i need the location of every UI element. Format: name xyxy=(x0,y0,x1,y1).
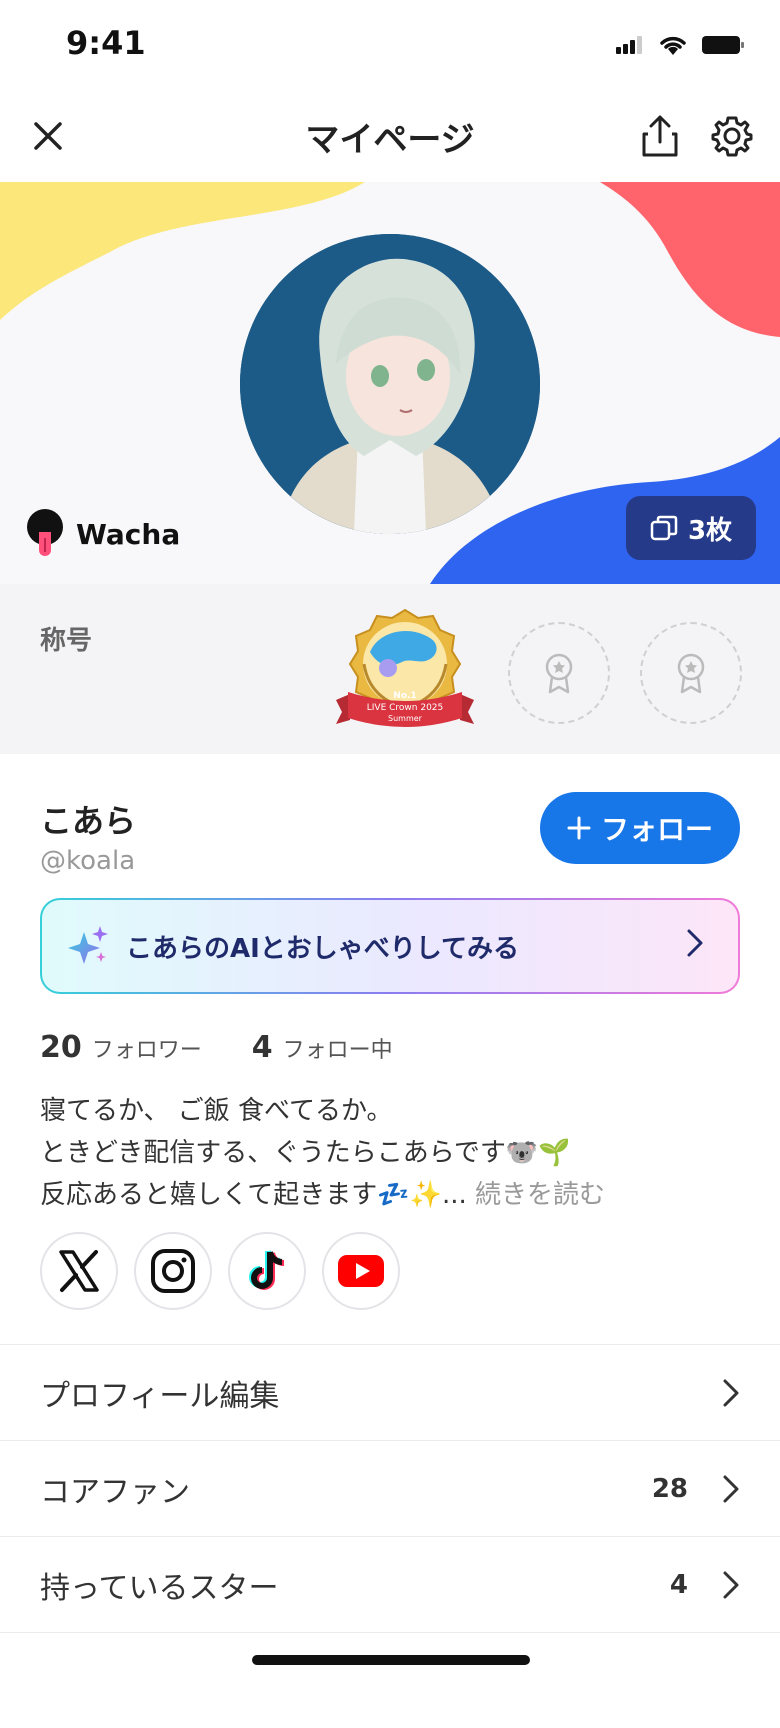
follow-button[interactable]: フォロー xyxy=(540,792,740,864)
plus-icon xyxy=(567,816,591,840)
ai-chat-button[interactable]: こあらのAIとおしゃべりしてみる xyxy=(40,898,740,994)
chevron-right-icon xyxy=(687,929,703,957)
tiktok-link[interactable] xyxy=(228,1232,306,1310)
cards-count: 3枚 xyxy=(687,515,733,546)
cards-icon xyxy=(650,515,678,541)
bio-line: 寝てるか、 ご飯 食べてるか。 xyxy=(40,1096,393,1126)
title-badge-live-crown[interactable]: No.1 LIVE Crown 2025 Summer xyxy=(330,604,480,744)
channel-name: Wacha xyxy=(76,517,181,551)
nav-bar: マイページ xyxy=(0,90,780,182)
following-label[interactable]: フォロー中 xyxy=(283,1032,393,1064)
follow-label: フォロー xyxy=(600,813,713,846)
tiktok-icon xyxy=(249,1250,285,1290)
menu-item-label: プロフィール編集 xyxy=(40,1378,280,1414)
menu-item-label: 持っているスター xyxy=(40,1570,279,1606)
menu-item-value: 28 xyxy=(651,1473,688,1504)
badge-rank: No.1 xyxy=(393,691,416,701)
x-icon xyxy=(59,1250,99,1292)
share-button[interactable] xyxy=(632,108,688,164)
settings-button[interactable] xyxy=(704,108,760,164)
profile-cover: Wacha 3枚 xyxy=(0,182,780,584)
empty-title-slot[interactable] xyxy=(640,622,742,724)
titles-section: 称号 No.1 LIVE Crown 2025 Summer xyxy=(0,584,780,754)
instagram-link[interactable] xyxy=(134,1232,212,1310)
cards-count-button[interactable]: 3枚 xyxy=(626,496,756,560)
status-time: 9:41 xyxy=(66,24,146,62)
youtube-link[interactable] xyxy=(322,1232,400,1310)
badge-line2: Summer xyxy=(388,714,423,723)
chevron-right-icon xyxy=(723,1571,739,1599)
profile-handle: @koala xyxy=(40,846,136,876)
followers-label[interactable]: フォロワー xyxy=(92,1032,202,1064)
channel-logo-icon xyxy=(27,509,63,556)
status-bar: 9:41 xyxy=(0,0,780,90)
bio-line: ときどき配信する、ぐうたらこあらです🐨🌱 xyxy=(40,1138,571,1168)
menu-item-value: 4 xyxy=(669,1569,688,1600)
x-link[interactable] xyxy=(40,1232,118,1310)
profile-avatar[interactable] xyxy=(240,234,540,534)
channel-link[interactable]: Wacha xyxy=(26,508,180,560)
empty-title-slot[interactable] xyxy=(508,622,610,724)
following-count[interactable]: 4 xyxy=(252,1030,273,1065)
titles-label: 称号 xyxy=(40,626,93,656)
battery-icon xyxy=(702,35,744,59)
share-icon xyxy=(642,115,678,157)
menu-item-owned-stars[interactable]: 持っているスター 4 xyxy=(0,1536,780,1632)
instagram-icon xyxy=(151,1249,195,1293)
chevron-right-icon xyxy=(723,1379,739,1407)
read-more-link[interactable]: 続きを読む xyxy=(475,1180,605,1210)
profile-bio: 寝てるか、 ご飯 食べてるか。 ときどき配信する、ぐうたらこあらです🐨🌱 反応あ… xyxy=(40,1090,740,1216)
ai-chat-label: こあらのAIとおしゃべりしてみる xyxy=(126,933,520,964)
social-links xyxy=(40,1232,400,1310)
chevron-right-icon xyxy=(723,1475,739,1503)
menu-item-edit-profile[interactable]: プロフィール編集 xyxy=(0,1344,780,1440)
menu-item-core-fans[interactable]: コアファン 28 xyxy=(0,1440,780,1536)
sparkle-icon xyxy=(68,926,108,964)
follow-stats: 20 フォロワー 4 フォロー中 xyxy=(40,1030,443,1065)
award-placeholder-icon xyxy=(677,653,705,694)
followers-count[interactable]: 20 xyxy=(40,1030,82,1065)
menu-item-label: コアファン xyxy=(40,1474,190,1510)
youtube-icon xyxy=(338,1255,384,1287)
menu-list: プロフィール編集 コアファン 28 持っているスター 4 xyxy=(0,1344,780,1728)
wifi-icon xyxy=(658,34,688,60)
gear-icon xyxy=(711,116,753,157)
signal-icon xyxy=(616,36,644,58)
profile-name: こあら xyxy=(40,802,137,840)
home-indicator xyxy=(252,1655,530,1665)
badge-line1: LIVE Crown 2025 xyxy=(367,703,444,713)
award-placeholder-icon xyxy=(545,653,573,694)
bio-line: 反応あると嬉しくて起きます💤✨... xyxy=(40,1180,467,1210)
